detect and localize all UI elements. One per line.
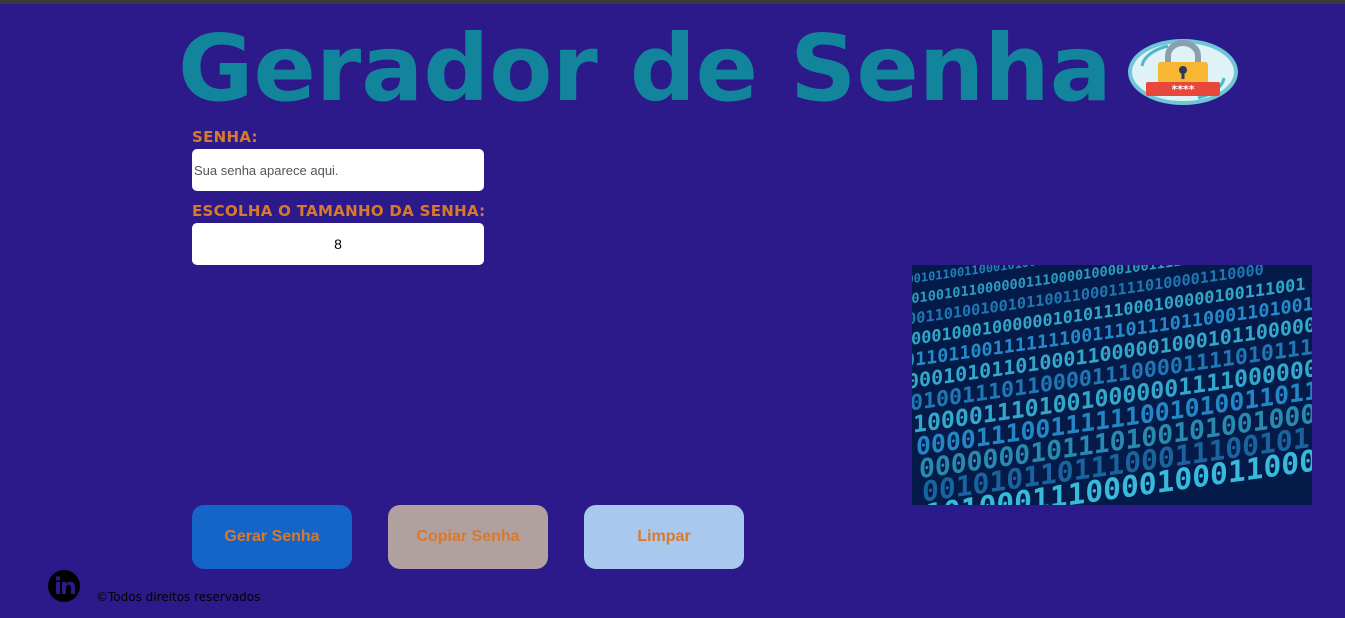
clear-button[interactable]: Limpar: [584, 505, 744, 569]
page-title: Gerador de Senha: [178, 15, 1112, 122]
header: Gerador de Senha ****: [178, 14, 1238, 124]
lock-icon-text: ****: [1171, 83, 1194, 96]
binary-code-image: 1000101100110001010001100100110010010010…: [912, 265, 1312, 505]
password-length-input[interactable]: [192, 223, 484, 265]
copy-password-button[interactable]: Copiar Senha: [388, 505, 548, 569]
padlock-icon: ****: [1127, 39, 1238, 105]
generate-password-button[interactable]: Gerar Senha: [192, 505, 352, 569]
linkedin-icon[interactable]: [47, 569, 81, 603]
length-label: ESCOLHA O TAMANHO DA SENHA:: [192, 202, 486, 220]
copyright-text: ©Todos direitos reservados: [96, 590, 261, 604]
password-output-field[interactable]: [192, 149, 484, 191]
top-border: [0, 0, 1345, 4]
password-label: SENHA:: [192, 128, 258, 146]
